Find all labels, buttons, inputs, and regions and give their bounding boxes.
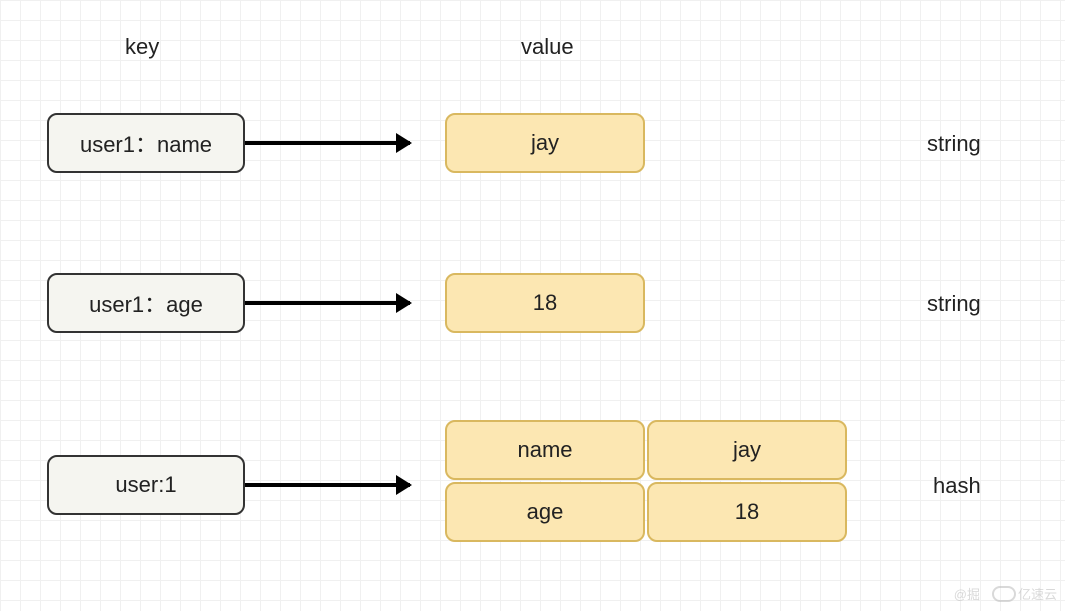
value-box-18: 18	[445, 273, 645, 333]
type-label-string-1: string	[927, 131, 981, 157]
type-label-hash: hash	[933, 473, 981, 499]
hash-value-text: 18	[735, 499, 759, 525]
watermark-brand: 亿速云	[1018, 584, 1057, 603]
value-text: jay	[531, 130, 559, 156]
watermark-author: @掘	[954, 584, 980, 603]
key-header: key	[125, 34, 159, 60]
watermark-logo: 亿速云	[992, 584, 1057, 603]
hash-value-18: 18	[647, 482, 847, 542]
hash-field-age: age	[445, 482, 645, 542]
cloud-icon	[992, 586, 1016, 602]
key-box-user1-hash: user:1	[47, 455, 245, 515]
watermark: @掘 亿速云	[954, 584, 1057, 603]
arrow-row3	[245, 483, 410, 487]
hash-value-jay: jay	[647, 420, 847, 480]
hash-field-text: name	[517, 437, 572, 463]
key-box-user1-age: user1：age	[47, 273, 245, 333]
arrow-row1	[245, 141, 410, 145]
value-text: 18	[533, 290, 557, 316]
type-label-string-2: string	[927, 291, 981, 317]
value-box-jay: jay	[445, 113, 645, 173]
key-box-user1-name: user1：name	[47, 113, 245, 173]
key-text: user1：name	[80, 127, 212, 159]
hash-field-text: age	[527, 499, 564, 525]
hash-field-name: name	[445, 420, 645, 480]
value-header: value	[521, 34, 574, 60]
hash-value-text: jay	[733, 437, 761, 463]
arrow-row2	[245, 301, 410, 305]
key-text: user1：age	[89, 287, 203, 319]
key-text: user:1	[115, 472, 176, 498]
